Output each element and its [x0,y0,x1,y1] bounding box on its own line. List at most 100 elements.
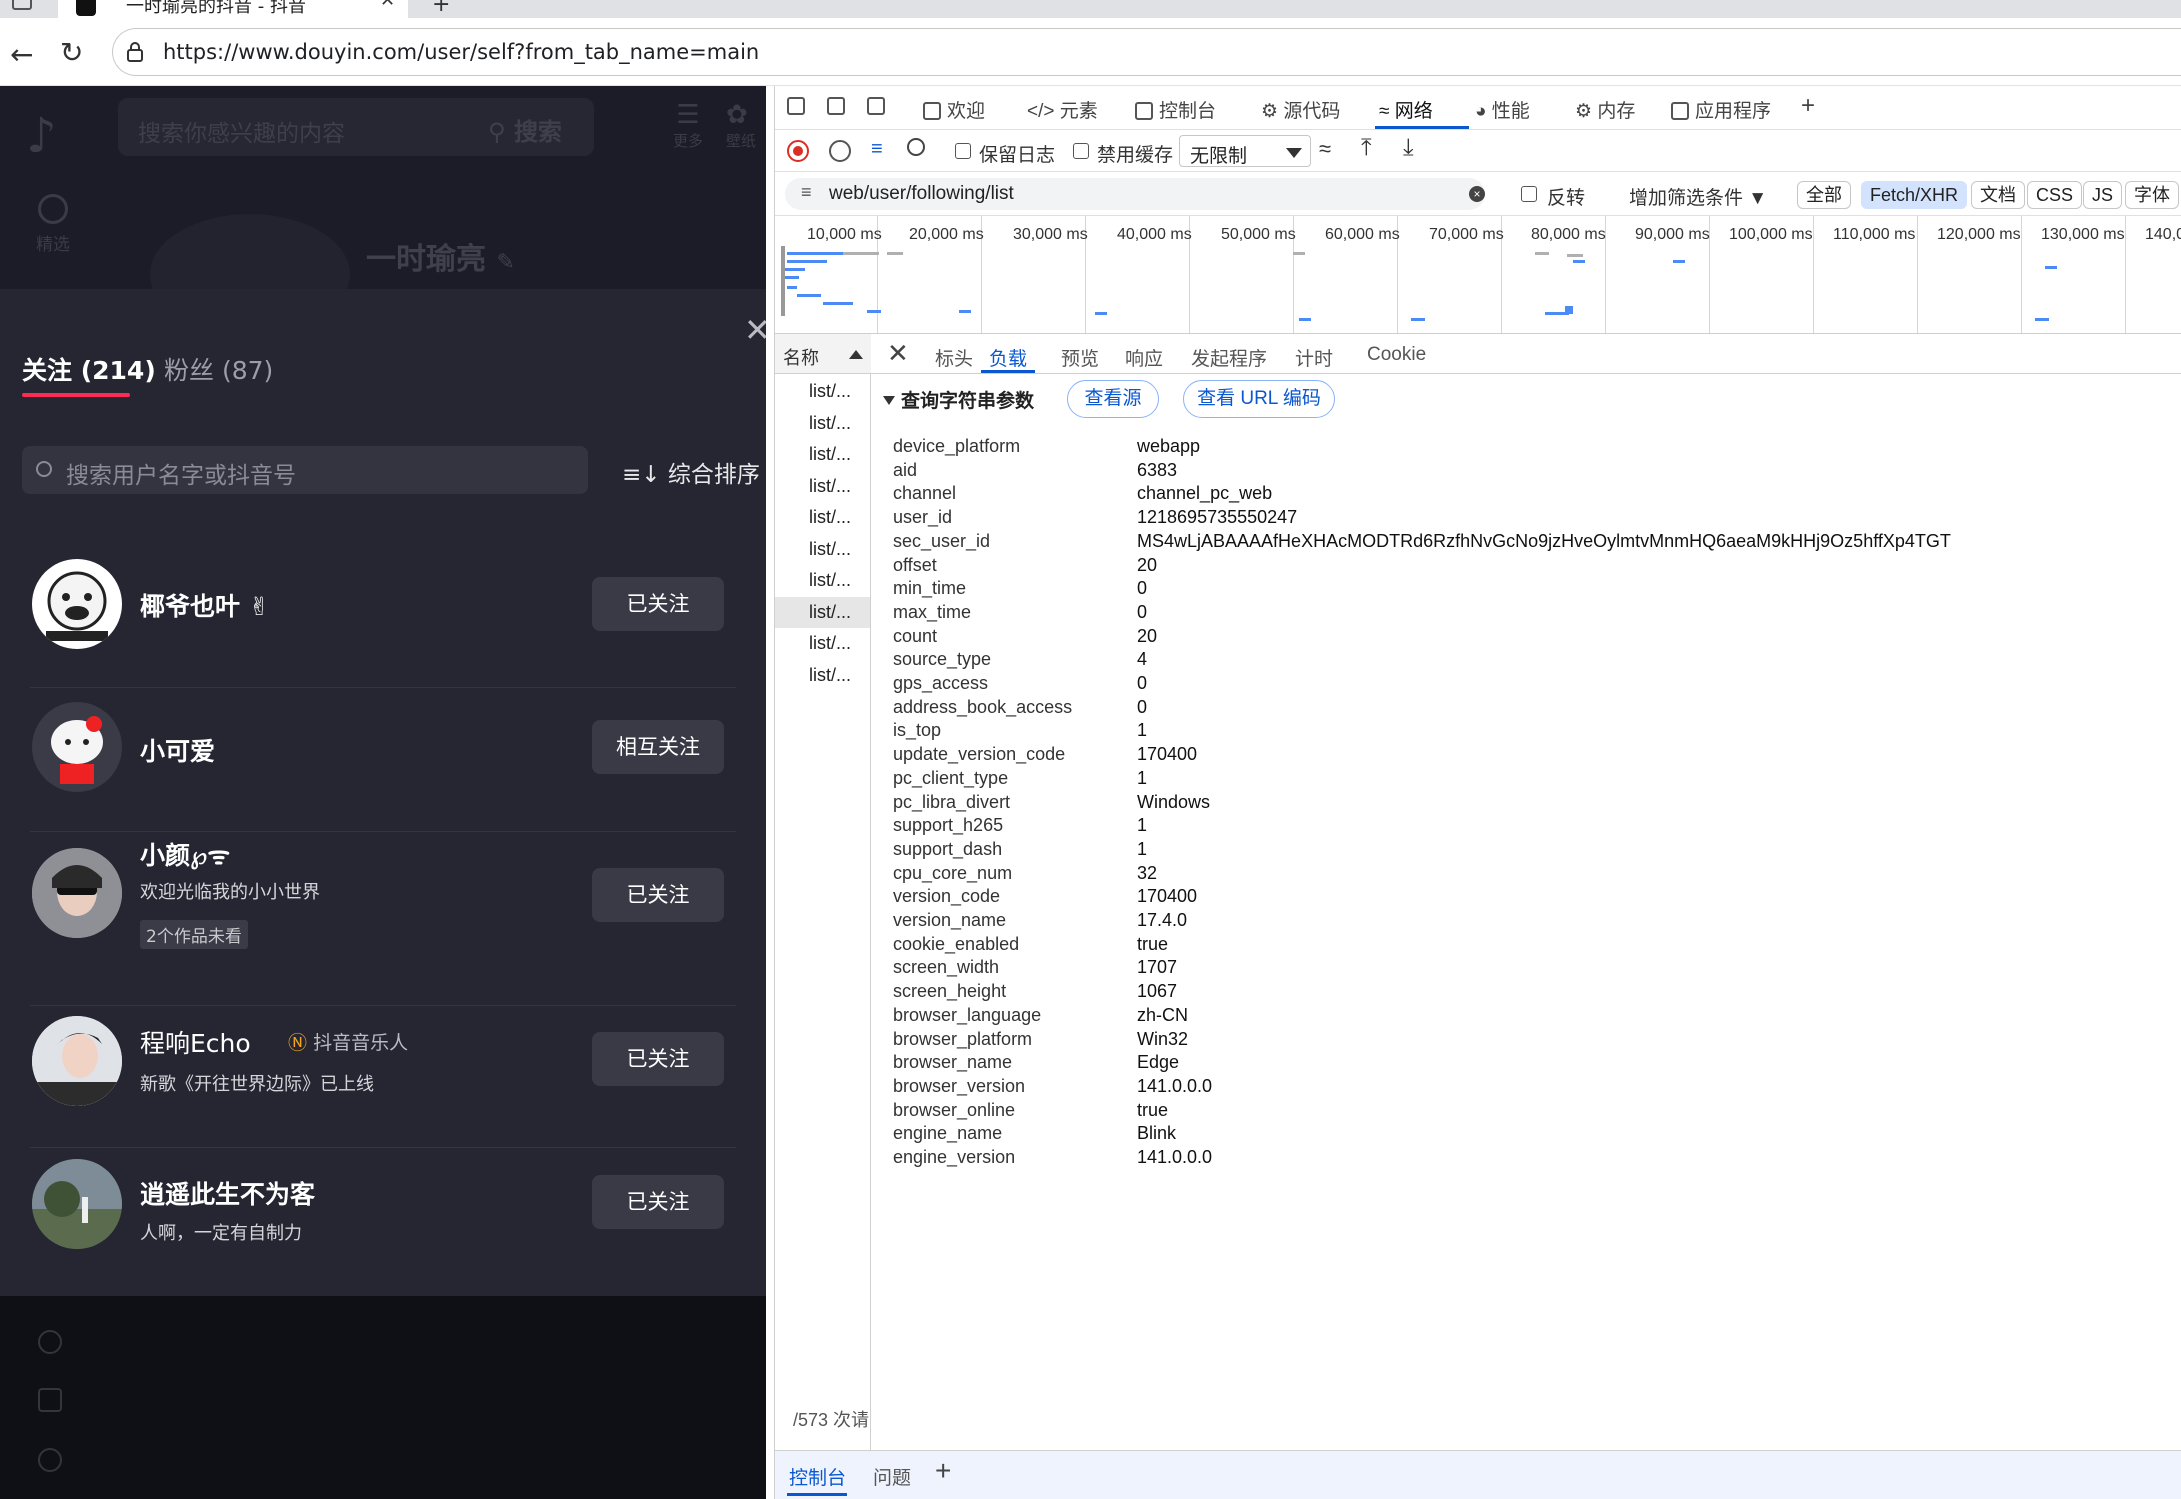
param-value[interactable]: 141.0.0.0 [1137,1147,1212,1168]
param-value[interactable]: 170400 [1137,886,1197,907]
device-toolbar-icon[interactable] [827,96,851,118]
list-item[interactable]: 小可爱 相互关注 [30,702,736,812]
filter-input[interactable]: ≡ web/user/following/list × [785,178,1485,210]
tab-actions-icon[interactable] [12,0,32,10]
following-button[interactable]: 已关注 [592,1175,724,1229]
help-icon[interactable] [38,1448,62,1472]
tab-headers[interactable]: 标头 [935,344,973,371]
param-value[interactable]: 20 [1137,626,1157,647]
filter-chip-js[interactable]: JS [2083,181,2123,209]
request-row[interactable]: list/... [775,408,870,439]
request-row[interactable]: list/... [775,565,870,596]
param-value[interactable]: webapp [1137,436,1200,457]
more-menu-button[interactable]: ☰ 更多 [668,100,708,151]
tab-fans[interactable]: 粉丝 (87) [164,351,273,387]
request-row[interactable]: list/... [775,628,870,659]
disable-cache-checkbox[interactable] [1073,143,1089,159]
new-tab-icon[interactable]: + [432,0,450,17]
douyin-search-button[interactable]: ⚲ 搜索 [488,112,562,147]
list-item[interactable]: 程响Echo Ⓝ 抖音音乐人 新歌《开往世界边际》已上线 已关注 [30,994,736,1124]
param-value[interactable]: zh-CN [1137,1005,1188,1026]
filter-chip-fetch-xhr[interactable]: Fetch/XHR [1861,181,1968,209]
filter-chip-all[interactable]: 全部 [1797,181,1851,209]
close-icon[interactable]: ✕ [887,338,909,369]
dock-side-icon[interactable] [867,96,891,118]
user-name[interactable]: 小颜℘ᯤ [140,836,230,872]
param-row[interactable]: engine_version 141.0.0.0 [893,1143,2173,1176]
request-row[interactable]: list/... [775,439,870,470]
param-value[interactable]: 32 [1137,863,1157,884]
tab-close-icon[interactable]: ✕ [380,0,395,11]
avatar[interactable] [32,848,122,938]
browser-tab-active[interactable]: 一时瑜亮的抖音 - 抖音 ✕ [58,0,408,18]
back-arrow-icon[interactable]: ← [10,38,33,71]
param-value[interactable]: Edge [1137,1052,1179,1073]
avatar[interactable] [32,1016,122,1106]
tab-timing[interactable]: 计时 [1295,344,1333,371]
param-value[interactable]: 0 [1137,673,1147,694]
tab-console[interactable]: 控制台 [1135,96,1216,123]
sidebar-item-home[interactable]: 精选 [30,194,76,255]
add-tab-icon[interactable]: + [1801,92,1815,120]
tab-memory[interactable]: ⚙ 内存 [1575,96,1635,123]
import-har-icon[interactable]: ⤒ [1361,134,1372,162]
user-name[interactable]: 逍遥此生不为客 [140,1175,315,1211]
query-params-section-toggle[interactable]: 查询字符串参数 [883,386,1034,413]
drawer-tab-console[interactable]: 控制台 [789,1463,846,1490]
param-value[interactable]: true [1137,1100,1168,1121]
param-value[interactable]: 1 [1137,720,1147,741]
request-list-header[interactable]: 名称 [775,334,871,374]
param-value[interactable]: 170400 [1137,744,1197,765]
inspect-element-icon[interactable] [787,96,811,118]
wallpaper-button[interactable]: ✿ 壁纸 [726,100,766,151]
reload-icon[interactable]: ↻ [60,36,83,69]
following-search-input[interactable]: 搜索用户名字或抖音号 [22,446,588,494]
filter-chip-font[interactable]: 字体 [2125,181,2179,209]
lock-icon[interactable] [127,42,143,62]
param-value[interactable]: 1707 [1137,957,1177,978]
param-value[interactable]: 4 [1137,649,1147,670]
param-value[interactable]: 0 [1137,697,1147,718]
douyin-search-input[interactable]: 搜索你感兴趣的内容 ⚲ 搜索 [118,98,594,156]
clear-filter-icon[interactable]: × [1469,186,1485,202]
tab-welcome[interactable]: 欢迎 [923,96,985,123]
invert-checkbox[interactable] [1521,186,1537,202]
list-item[interactable]: 逍遥此生不为客 人啊，一定有自制力 已关注 [30,1139,736,1269]
param-value[interactable]: 141.0.0.0 [1137,1076,1212,1097]
tab-sources[interactable]: ⚙ 源代码 [1261,96,1340,123]
param-value[interactable]: 1067 [1137,981,1177,1002]
export-har-icon[interactable]: ⤓ [1403,134,1414,162]
view-url-encoded-button[interactable]: 查看 URL 编码 [1183,380,1335,418]
following-button[interactable]: 已关注 [592,1032,724,1086]
network-overview-timeline[interactable]: 10,000 ms 20,000 ms 30,000 ms 40,000 ms … [775,216,2181,334]
param-value[interactable]: 1218695735550247 [1137,507,1297,528]
param-value[interactable]: channel_pc_web [1137,483,1272,504]
list-item[interactable]: 椰爷也叶 ✌ 已关注 [30,559,736,669]
url-field[interactable]: https://www.douyin.com/user/self?from_ta… [112,28,2181,76]
request-row-selected[interactable]: list/... [775,597,870,628]
avatar[interactable] [32,1159,122,1249]
param-value[interactable]: true [1137,934,1168,955]
list-item[interactable]: 小颜℘ᯤ 欢迎光临我的小小世界 2个作品未看 已关注 [30,836,736,976]
user-name[interactable]: 小可爱 [140,732,215,768]
add-drawer-tab-icon[interactable]: + [935,1455,951,1487]
following-button[interactable]: 已关注 [592,868,724,922]
filter-icon[interactable]: ≡ [871,138,883,161]
tab-response[interactable]: 响应 [1125,344,1163,371]
following-button[interactable]: 已关注 [592,577,724,631]
request-row[interactable]: list/... [775,502,870,533]
clear-icon[interactable] [829,140,851,162]
tab-payload[interactable]: 负载 [989,344,1027,371]
request-row[interactable]: list/... [775,534,870,565]
param-value[interactable]: 1 [1137,839,1147,860]
search-icon[interactable] [907,138,925,156]
view-source-button[interactable]: 查看源 [1067,380,1159,418]
tab-network[interactable]: ≈ 网络 [1379,96,1433,123]
filter-chip-css[interactable]: CSS [2027,181,2083,209]
user-name[interactable]: 程响Echo [140,1024,251,1060]
param-value[interactable]: Win32 [1137,1029,1188,1050]
apps-grid-icon[interactable] [38,1388,62,1412]
preserve-log-checkbox[interactable] [955,143,971,159]
throttling-select[interactable]: 无限制 [1179,135,1311,167]
tab-application[interactable]: 应用程序 [1671,96,1771,123]
